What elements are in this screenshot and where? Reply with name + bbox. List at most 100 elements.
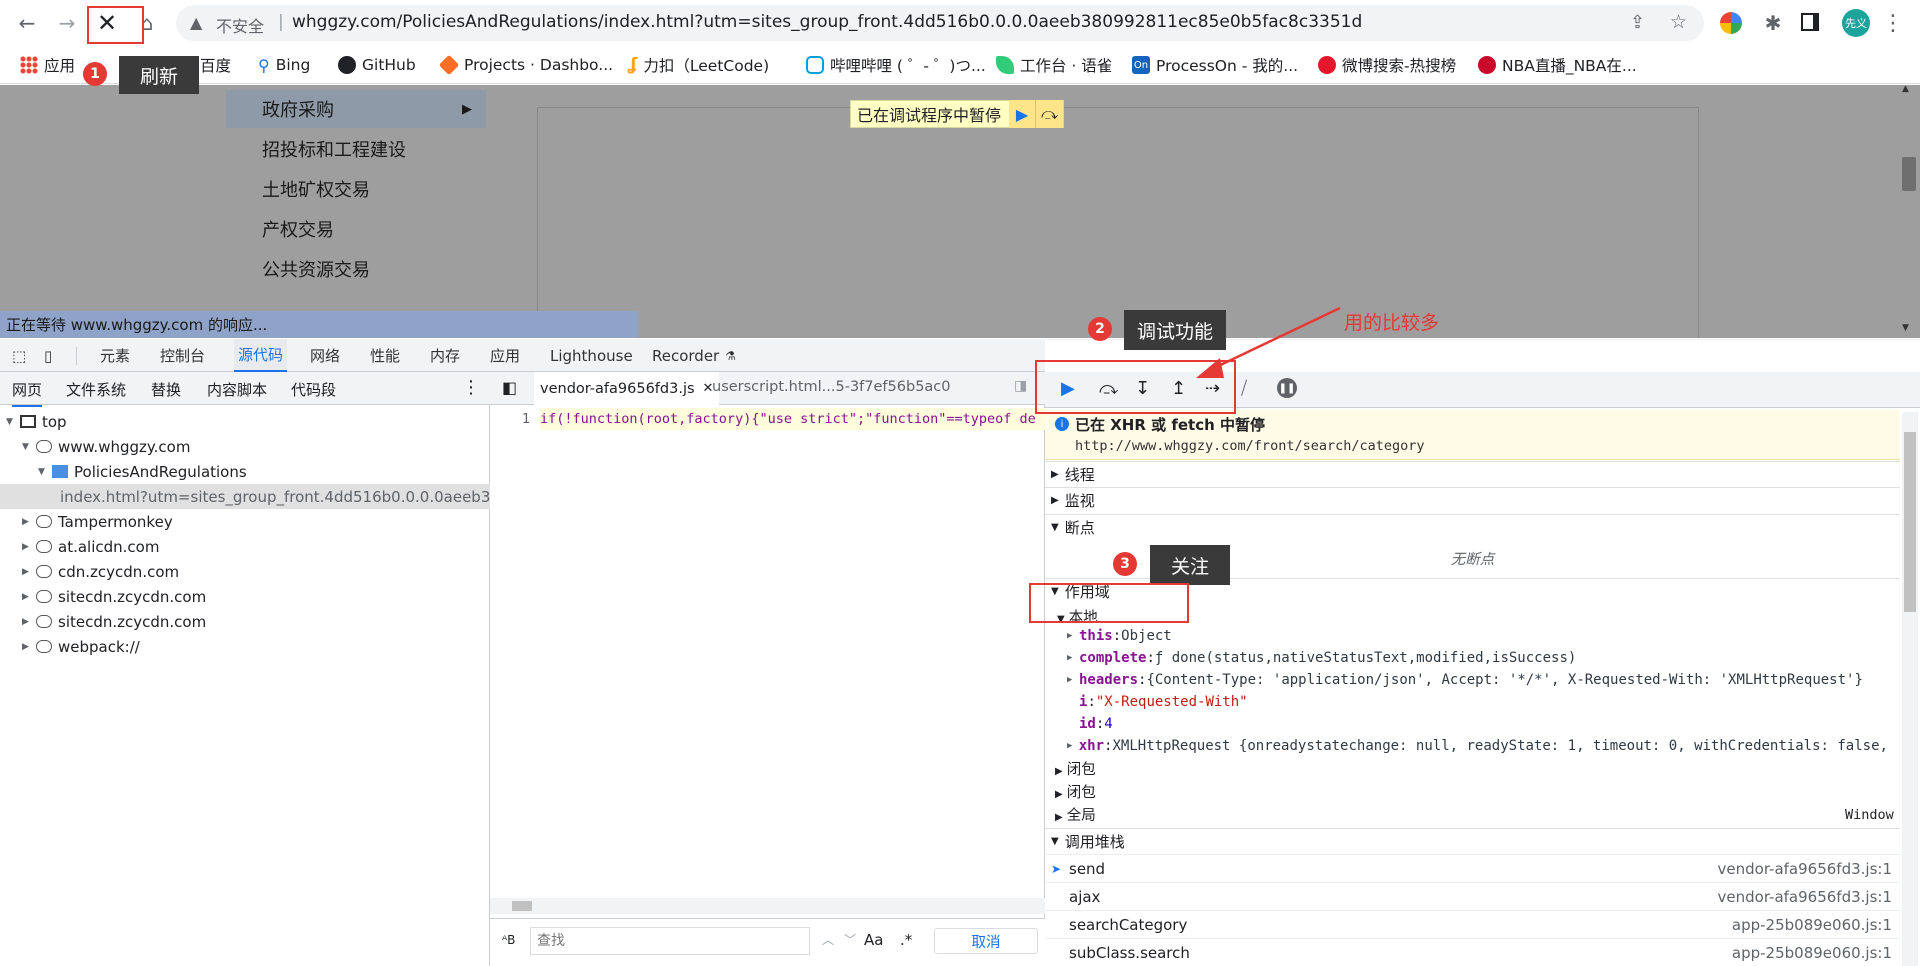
tree-item[interactable]: ▶ Tampermonkey: [0, 509, 490, 534]
profile-avatar[interactable]: 先义: [1842, 9, 1870, 37]
subtab-snippets[interactable]: 代码段: [291, 379, 336, 400]
scroll-up-icon[interactable]: ▲: [1902, 85, 1909, 94]
puzzle-icon[interactable]: ✱: [1758, 8, 1788, 38]
callstack-location[interactable]: vendor-afa9656fd3.js:1: [1718, 860, 1900, 878]
menu-dots-icon[interactable]: ⋮: [1878, 8, 1908, 38]
tab-lighthouse[interactable]: Lighthouse: [550, 339, 633, 372]
sidepanel-icon[interactable]: [1801, 13, 1819, 31]
back-icon[interactable]: ←: [12, 8, 42, 38]
toggle-navigator-icon[interactable]: ◧: [502, 378, 517, 397]
search-input[interactable]: [530, 927, 810, 955]
tree-item[interactable]: ▼ top: [0, 409, 490, 434]
tree-item[interactable]: ▶ webpack://: [0, 634, 490, 659]
nba-icon: [1478, 56, 1496, 74]
section-threads[interactable]: ▶ 线程: [1045, 461, 1900, 487]
callstack-location[interactable]: app-25b089e060.js:1: [1732, 916, 1900, 934]
scope-variable[interactable]: ▶ headers: {Content-Type: 'application/js…: [1067, 670, 1897, 690]
editor-tab-userscript[interactable]: userscript.html...5-3f7ef56b5ac0: [712, 379, 951, 395]
extension-icon[interactable]: [1720, 12, 1742, 34]
editor-tab-vendor[interactable]: vendor-afa9656fd3.js ✕: [534, 372, 720, 405]
tab-elements[interactable]: 元素: [100, 339, 130, 372]
section-callstack[interactable]: ▼ 调用堆栈: [1045, 828, 1900, 854]
tab-application[interactable]: 应用: [490, 339, 520, 372]
callstack-frame[interactable]: subClass.search app-25b089e060.js:1: [1045, 938, 1900, 966]
subtab-page[interactable]: 网页: [12, 379, 43, 407]
caret-right-icon: ▶: [1067, 741, 1073, 751]
scope-variable[interactable]: i: "X-Requested-With": [1067, 692, 1897, 712]
star-icon[interactable]: ☆: [1670, 11, 1687, 33]
chevron-down-icon[interactable]: ﹀: [844, 931, 856, 948]
more-options-icon[interactable]: ⋮: [462, 377, 480, 398]
menu-item-land[interactable]: 土地矿权交易: [226, 170, 486, 208]
tab-sources[interactable]: 源代码: [234, 339, 288, 372]
tree-item[interactable]: ▶ cdn.zcycdn.com: [0, 559, 490, 584]
section-watch[interactable]: ▶ 监视: [1045, 487, 1900, 513]
bookmark-gitlab[interactable]: Projects · Dashbo...: [438, 54, 613, 76]
inspect-icon[interactable]: ⬚: [12, 339, 26, 372]
sidebar-scrollbar[interactable]: [1902, 412, 1918, 966]
url-text[interactable]: whggzy.com/PoliciesAndRegulations/index.…: [292, 12, 1512, 32]
tree-item[interactable]: ▶ sitecdn.zcycdn.com: [0, 609, 490, 634]
scroll-thumb[interactable]: [512, 901, 532, 911]
bookmark-github[interactable]: GitHub: [338, 55, 416, 75]
tab-recorder[interactable]: Recorder ⚗: [652, 339, 736, 372]
scroll-thumb[interactable]: [1904, 432, 1916, 612]
section-breakpoints[interactable]: ▼ 断点: [1045, 514, 1900, 540]
cancel-search-button[interactable]: 取消: [934, 928, 1038, 954]
bookmark-processon[interactable]: On ProcessOn - 我的...: [1132, 55, 1298, 75]
tab-network[interactable]: 网络: [310, 339, 340, 372]
menu-item-public[interactable]: 公共资源交易: [226, 250, 486, 288]
menu-item-property[interactable]: 产权交易: [226, 210, 486, 248]
toggle-debugger-icon[interactable]: ◨: [1014, 378, 1027, 394]
bookmark-bilibili[interactable]: 哔哩哔哩 ( ゜- ゜)つ...: [806, 55, 986, 75]
tab-console[interactable]: 控制台: [160, 339, 205, 372]
code-line[interactable]: if(!function(root,factory){"use strict";…: [540, 408, 1045, 430]
bookmark-label: ProcessOn - 我的...: [1156, 57, 1299, 75]
bookmark-bing[interactable]: ⚲ Bing: [258, 55, 310, 75]
scope-global[interactable]: ▶ 全局: [1055, 804, 1096, 825]
callstack-frame[interactable]: ➤ send vendor-afa9656fd3.js:1: [1045, 854, 1900, 882]
callstack-frame[interactable]: searchCategory app-25b089e060.js:1: [1045, 910, 1900, 938]
tab-performance[interactable]: 性能: [370, 339, 400, 372]
callstack-frame[interactable]: ajax vendor-afa9656fd3.js:1: [1045, 882, 1900, 910]
resume-icon[interactable]: ▶︎: [1009, 100, 1036, 128]
scope-closure-2[interactable]: ▶ 闭包: [1055, 781, 1096, 802]
subtab-filesystem[interactable]: 文件系统: [66, 379, 126, 400]
regex-button[interactable]: .*: [900, 931, 912, 949]
tree-item[interactable]: ▶ at.alicdn.com: [0, 534, 490, 559]
forward-icon[interactable]: →: [52, 8, 82, 38]
menu-item-procurement[interactable]: 政府采购 ▶: [226, 90, 486, 128]
tab-memory[interactable]: 内存: [430, 339, 460, 372]
scroll-down-icon[interactable]: ▼: [1902, 323, 1909, 333]
menu-item-bidding[interactable]: 招投标和工程建设: [226, 130, 486, 168]
bookmark-nba[interactable]: NBA直播_NBA在...: [1478, 55, 1637, 75]
subtab-content-scripts[interactable]: 内容脚本: [207, 379, 267, 400]
tree-item[interactable]: ▶ sitecdn.zcycdn.com: [0, 584, 490, 609]
share-icon[interactable]: ⇪: [1630, 12, 1645, 33]
bookmark-apps[interactable]: 应用: [20, 55, 75, 75]
page-scrollbar[interactable]: [1902, 157, 1916, 191]
menu-label: 政府采购: [262, 100, 334, 121]
scope-variable[interactable]: id: 4: [1067, 714, 1897, 734]
scope-variable[interactable]: ▶ this: Object: [1067, 626, 1897, 646]
navigator-tabs: 网页 文件系统 替换 内容脚本 代码段 ⋮: [0, 372, 490, 407]
replace-toggle-icon[interactable]: ᴬB: [502, 933, 515, 947]
bookmark-leetcode[interactable]: ʆ 力扣（LeetCode): [628, 55, 769, 75]
bookmark-weibo[interactable]: 微博搜索-热搜榜: [1318, 55, 1456, 75]
step-over-icon[interactable]: ⤼: [1035, 100, 1064, 128]
chevron-up-icon[interactable]: ︿: [822, 931, 834, 948]
tree-item[interactable]: ▼ www.whggzy.com: [0, 434, 490, 459]
tree-item[interactable]: index.html?utm=sites_group_front.4dd516b…: [0, 484, 490, 509]
tree-item[interactable]: ▼ PoliciesAndRegulations: [0, 459, 490, 484]
match-case-button[interactable]: Aa: [864, 931, 883, 949]
callstack-location[interactable]: vendor-afa9656fd3.js:1: [1718, 888, 1900, 906]
callstack-location[interactable]: app-25b089e060.js:1: [1732, 944, 1900, 962]
scope-variable[interactable]: ▶ complete: ƒ done(status,nativeStatusTex…: [1067, 648, 1897, 668]
scope-variable[interactable]: ▶ xhr: XMLHttpRequest {onreadystatechange…: [1067, 736, 1897, 756]
subtab-overrides[interactable]: 替换: [151, 379, 181, 400]
bookmark-yuque[interactable]: 工作台 · 语雀: [996, 55, 1112, 75]
address-bar[interactable]: ▲ 不安全 | whggzy.com/PoliciesAndRegulation…: [176, 5, 1704, 41]
scope-closure-1[interactable]: ▶ 闭包: [1055, 758, 1096, 779]
horizontal-scrollbar[interactable]: [490, 898, 1045, 914]
device-toggle-icon[interactable]: ▯: [44, 339, 52, 372]
